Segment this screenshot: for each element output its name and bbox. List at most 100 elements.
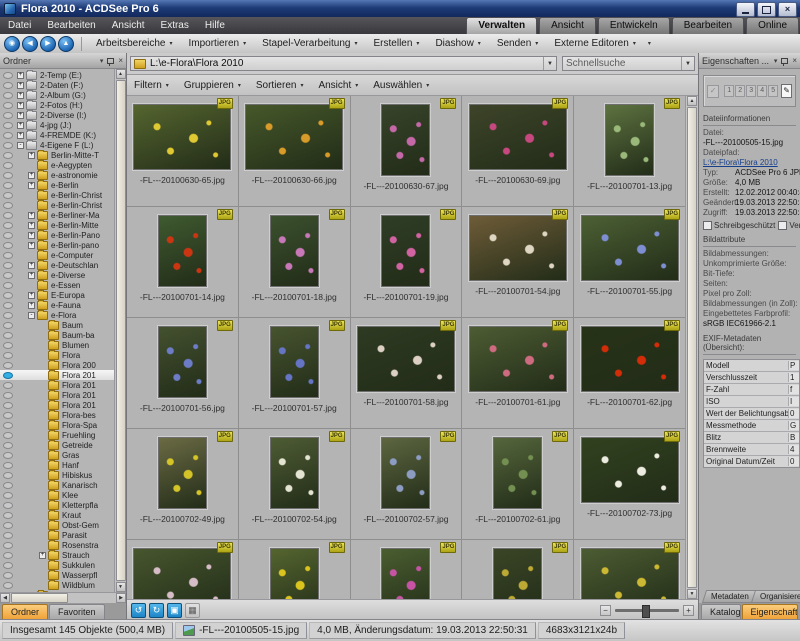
inner-tab-metadaten[interactable]: Metadaten <box>702 590 758 603</box>
tree-item-blumen[interactable]: Blumen <box>0 340 114 350</box>
thumbnail-cell[interactable]: JPG-FL---20100701-57.jpg <box>239 318 350 428</box>
grid-vertical-scrollbar[interactable]: ▲ ▼ <box>685 96 698 599</box>
scrollbar-thumb[interactable] <box>687 107 697 588</box>
tree-item-2-album-g-[interactable]: +2-Album (G:) <box>0 90 114 100</box>
easy-select-oval-icon[interactable] <box>3 292 13 299</box>
easy-select-oval-icon[interactable] <box>3 312 13 319</box>
tree-item-gras[interactable]: Gras <box>0 450 114 460</box>
easy-select-oval-icon[interactable] <box>3 272 13 279</box>
tree-item-flora-201[interactable]: Flora 201 <box>0 390 114 400</box>
thumbnail-cell[interactable]: JPG-FL---20100702-49.jpg <box>127 429 238 539</box>
easy-select-oval-icon[interactable] <box>3 322 13 329</box>
zoom-out-icon[interactable]: − <box>600 605 611 616</box>
collapse-icon[interactable]: - <box>28 312 35 319</box>
tree-item-hibiskus[interactable]: Hibiskus <box>0 470 114 480</box>
tree-item-berlin-mitte-t[interactable]: +Berlin-Mitte-T <box>0 150 114 160</box>
expand-icon[interactable]: + <box>28 212 35 219</box>
scroll-down-icon[interactable]: ▼ <box>116 582 126 592</box>
rating-button-1[interactable]: 1 <box>724 85 734 97</box>
tab-katalog[interactable]: Katalog <box>701 604 741 620</box>
toolbar-button-arbeitsbereiche[interactable]: Arbeitsbereiche▾ <box>88 36 181 51</box>
easy-select-oval-icon[interactable] <box>3 482 13 489</box>
expand-icon[interactable]: + <box>28 292 35 299</box>
easy-select-oval-icon[interactable] <box>3 522 13 529</box>
thumbnail-cell[interactable]: JPG-FL---20100701-58.jpg <box>351 318 462 428</box>
easy-select-oval-icon[interactable] <box>3 392 13 399</box>
expand-icon[interactable]: + <box>17 132 24 139</box>
easy-select-oval-icon[interactable] <box>3 342 13 349</box>
tree-item-2-temp-e-[interactable]: +2-Temp (E:) <box>0 70 114 80</box>
scroll-left-icon[interactable]: ◀ <box>0 593 10 603</box>
rating-button-5[interactable]: 5 <box>768 85 778 97</box>
tree-item-flora-spa[interactable]: Flora-Spa <box>0 420 114 430</box>
collapse-icon[interactable]: - <box>17 142 24 149</box>
tree-item-obst-gem[interactable]: Obst-Gem <box>0 520 114 530</box>
easy-select-oval-icon[interactable] <box>3 172 13 179</box>
expand-icon[interactable]: + <box>28 222 35 229</box>
easy-select-oval-icon[interactable] <box>3 112 13 119</box>
tree-item-e-aegypten[interactable]: e-Aegypten <box>0 160 114 170</box>
expand-icon[interactable]: + <box>28 182 35 189</box>
toolbar-button-erstellen[interactable]: Erstellen▾ <box>366 36 428 51</box>
tree-item-e-astronomie[interactable]: +e-astronomie <box>0 170 114 180</box>
toolbar-button-diashow[interactable]: Diashow▾ <box>427 36 488 51</box>
rotate-right-icon[interactable]: ↻ <box>149 603 164 618</box>
thumbnail-cell[interactable]: JPG-FL---20100701-55.jpg <box>574 207 685 317</box>
tree-item-e-berlin-pano[interactable]: +e-Berlin-pano <box>0 240 114 250</box>
easy-select-oval-icon[interactable] <box>3 562 13 569</box>
tree-item-kletterpfla[interactable]: Kletterpfla <box>0 500 114 510</box>
nav-home-icon[interactable]: ◉ <box>4 36 20 52</box>
slider-thumb[interactable] <box>642 605 650 618</box>
scroll-down-icon[interactable]: ▼ <box>687 589 697 599</box>
easy-select-oval-icon[interactable] <box>3 252 13 259</box>
tree-item-flora[interactable]: Flora <box>0 350 114 360</box>
thumbnail-cell[interactable]: JPG <box>351 540 462 599</box>
easy-select-oval-icon[interactable] <box>3 242 13 249</box>
easy-select-oval-icon[interactable] <box>3 222 13 229</box>
easy-select-oval-icon[interactable] <box>3 332 13 339</box>
thumbnail-cell[interactable]: JPG-FL---20100702-61.jpg <box>462 429 573 539</box>
path-dropdown-icon[interactable]: ▼ <box>543 57 553 70</box>
thumbnail-cell[interactable]: JPG-FL---20100630-67.jpg <box>351 96 462 206</box>
checkbox-schreibgeschützt[interactable] <box>703 221 712 230</box>
folder-tree-vertical-scrollbar[interactable]: ▲ ▼ <box>114 69 126 592</box>
tree-item-flora-201[interactable]: Flora 201 <box>0 380 114 390</box>
toolbar-button-stapel-verarbeitung[interactable]: Stapel-Verarbeitung▾ <box>254 36 365 51</box>
mode-tab-bearbeiten[interactable]: Bearbeiten <box>672 17 744 34</box>
tree-item-kanarisch[interactable]: Kanarisch <box>0 480 114 490</box>
tree-item-klee[interactable]: Klee <box>0 490 114 500</box>
easy-select-oval-icon[interactable] <box>3 512 13 519</box>
thumbnail-cell[interactable]: JPG <box>574 540 685 599</box>
easy-select-oval-icon[interactable] <box>3 302 13 309</box>
scroll-right-icon[interactable]: ▶ <box>116 593 126 603</box>
easy-select-oval-icon[interactable] <box>3 452 13 459</box>
tree-item-rosenstra[interactable]: Rosenstra <box>0 540 114 550</box>
filter-sortieren[interactable]: Sortieren▾ <box>256 80 304 91</box>
tree-item-2-diverse-i-[interactable]: +2-Diverse (I:) <box>0 110 114 120</box>
rating-button-3[interactable]: 3 <box>746 85 756 97</box>
pin-icon[interactable] <box>107 58 114 64</box>
panel-close-icon[interactable]: × <box>118 56 123 65</box>
tree-item-strauch[interactable]: +Strauch <box>0 550 114 560</box>
easy-select-oval-icon[interactable] <box>3 412 13 419</box>
compare-icon[interactable]: ▦ <box>185 603 200 618</box>
expand-icon[interactable]: + <box>28 232 35 239</box>
tree-item-e-diverse[interactable]: +e-Diverse <box>0 270 114 280</box>
nav-up-icon[interactable]: ▲ <box>58 36 74 52</box>
thumbnail-cell[interactable]: JPG-FL---20100630-65.jpg <box>127 96 238 206</box>
tree-item-getreide[interactable]: Getreide <box>0 440 114 450</box>
thumbnail-cell[interactable]: JPG <box>462 540 573 599</box>
filter-filtern[interactable]: Filtern▾ <box>134 80 169 91</box>
edit-label-icon[interactable]: ✎ <box>781 84 792 98</box>
expand-icon[interactable]: + <box>28 172 35 179</box>
expand-icon[interactable]: + <box>28 242 35 249</box>
nav-forward-icon[interactable]: ▶ <box>40 36 56 52</box>
rating-button-2[interactable]: 2 <box>735 85 745 97</box>
easy-select-oval-icon[interactable] <box>3 152 13 159</box>
easy-select-oval-icon[interactable] <box>3 432 13 439</box>
checkbox-verst[interactable] <box>778 221 787 230</box>
toolbar-button-externe-editoren[interactable]: Externe Editoren▾ <box>546 36 644 51</box>
scroll-up-icon[interactable]: ▲ <box>687 96 697 106</box>
easy-select-oval-icon[interactable] <box>3 102 13 109</box>
easy-select-oval-icon[interactable] <box>3 362 13 369</box>
